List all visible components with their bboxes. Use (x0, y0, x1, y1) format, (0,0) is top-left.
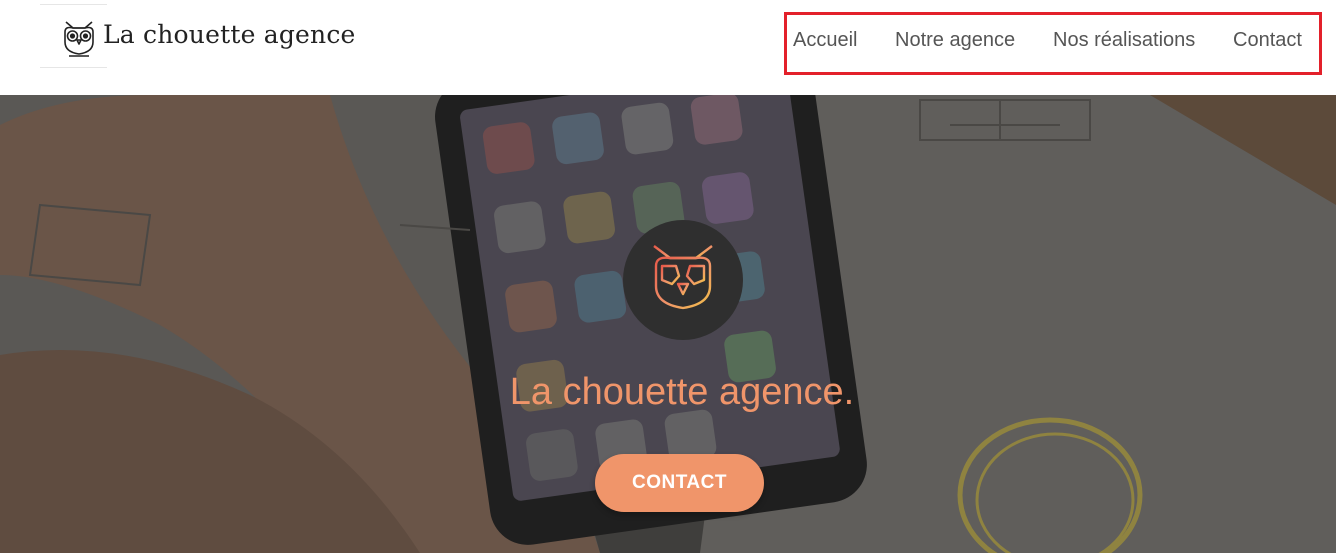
hero-section: La chouette agence. CONTACT (0, 95, 1336, 553)
site-header: La chouette agence Accueil Notre agence … (0, 0, 1336, 95)
logo-text[interactable]: La chouette agence (103, 20, 356, 49)
nav-item-accueil[interactable]: Accueil (793, 29, 857, 52)
nav-item-contact[interactable]: Contact (1233, 29, 1302, 52)
nav-item-notre-agence[interactable]: Notre agence (895, 29, 1015, 52)
hero-title: La chouette agence. (509, 371, 855, 413)
owl-logo-icon[interactable] (60, 18, 98, 58)
owl-emblem-icon (653, 245, 713, 316)
contact-button[interactable]: CONTACT (595, 454, 764, 512)
nav-item-nos-realisations[interactable]: Nos réalisations (1053, 29, 1195, 52)
